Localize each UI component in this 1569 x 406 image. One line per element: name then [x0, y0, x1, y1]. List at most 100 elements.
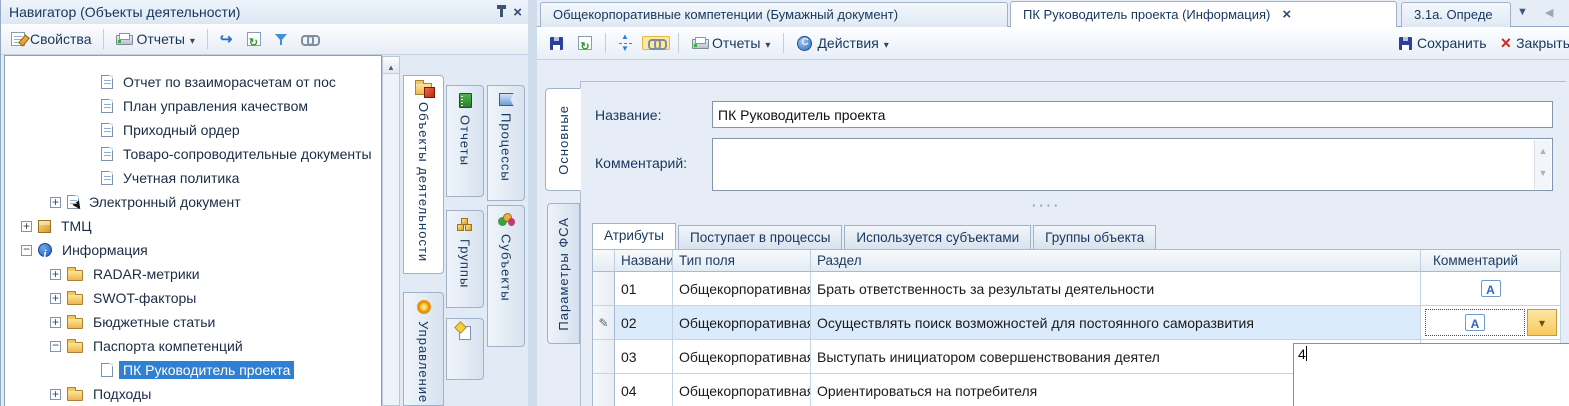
- tree-item[interactable]: Отчет по взаиморасчетам от пос: [5, 70, 381, 94]
- tree-item[interactable]: Товаро-сопроводительные документы: [5, 142, 381, 166]
- link-button[interactable]: [296, 33, 322, 45]
- row-header-cell[interactable]: [593, 374, 615, 406]
- printer-icon: [692, 37, 707, 49]
- splitter-grip-icon[interactable]: ····: [1032, 198, 1061, 213]
- column-header[interactable]: Комментарий: [1421, 250, 1561, 272]
- pencil-row-marker-icon: [593, 306, 615, 340]
- pin-icon[interactable]: [500, 8, 503, 17]
- people-icon: [498, 213, 515, 227]
- reports-button[interactable]: Отчеты: [687, 33, 775, 53]
- tab-used-by-subjects[interactable]: Используется субъектами: [844, 225, 1031, 249]
- go-forward-button[interactable]: [215, 28, 238, 50]
- toolbar-separator: [678, 33, 679, 53]
- tab-enters-processes[interactable]: Поступает в процессы: [678, 225, 842, 249]
- expand-plus-icon[interactable]: [50, 269, 61, 280]
- save-and-keep-button[interactable]: Сохранить: [1394, 33, 1492, 53]
- comment-input[interactable]: [712, 138, 1553, 191]
- properties-button[interactable]: Свойства: [6, 29, 96, 49]
- expand-plus-icon[interactable]: [21, 221, 32, 232]
- sidebar-tab-processes[interactable]: Процессы: [487, 85, 525, 201]
- sidebar-tab-subjects[interactable]: Субъекты: [487, 205, 525, 347]
- tree-item[interactable]: Приходный ордер: [5, 118, 381, 142]
- save-button[interactable]: [545, 35, 568, 52]
- tree-item[interactable]: ТМЦ: [5, 214, 381, 238]
- actions-button[interactable]: Действия: [792, 33, 893, 53]
- expand-plus-icon[interactable]: [50, 293, 61, 304]
- table-row[interactable]: 01 Общекорпоративная Брать ответственнос…: [593, 272, 1560, 306]
- tree-item[interactable]: Электронный документ: [5, 190, 381, 214]
- folder-icon: [67, 270, 83, 281]
- comment-dropdown-button[interactable]: [1527, 309, 1557, 336]
- navigator-panel: Навигатор (Объекты деятельности) Свойств…: [0, 0, 528, 406]
- collapse-minus-icon[interactable]: [50, 341, 61, 352]
- printer-icon: [116, 33, 131, 45]
- sidebar-tab-management[interactable]: Управление: [403, 292, 444, 406]
- folder-icon: [67, 390, 83, 401]
- editor-toolbar: Отчеты Действия Сохранить Закрыть: [537, 27, 1569, 60]
- scroll-up-arrow-icon[interactable]: [383, 57, 399, 74]
- editor-body: Основные Параметры ФСА Название: Коммент…: [537, 60, 1569, 406]
- objects-folder-icon: [415, 83, 432, 95]
- refresh-button[interactable]: [242, 30, 266, 48]
- chain-link-icon: [648, 39, 664, 47]
- column-header[interactable]: Тип поля: [673, 250, 811, 272]
- column-header[interactable]: Раздел: [811, 250, 1421, 272]
- refresh-icon: [247, 32, 261, 46]
- column-header[interactable]: Название: [615, 250, 673, 272]
- row-header-cell[interactable]: [593, 340, 615, 374]
- reports-button[interactable]: Отчеты: [111, 29, 199, 49]
- comment-popup-editor[interactable]: 4: [1293, 343, 1569, 406]
- tab-scroll-left-icon[interactable]: ◀: [1545, 6, 1553, 19]
- row-header-cell[interactable]: [593, 272, 615, 306]
- collapse-minus-icon[interactable]: [21, 245, 32, 256]
- expand-plus-icon[interactable]: [50, 317, 61, 328]
- tree-item[interactable]: RADAR-метрики: [5, 262, 381, 286]
- tab-object-groups[interactable]: Группы объекта: [1033, 225, 1156, 249]
- tree-item-selected[interactable]: ПК Руководитель проекта: [5, 358, 381, 382]
- dropdown-arrow-icon: [765, 35, 770, 51]
- tree-item[interactable]: Паспорта компетенций: [5, 334, 381, 358]
- tree-item[interactable]: Бюджетные статьи: [5, 310, 381, 334]
- tree-item[interactable]: План управления качеством: [5, 94, 381, 118]
- name-input[interactable]: [712, 101, 1553, 128]
- spin-arrows-icon[interactable]: ▲▼: [1534, 140, 1551, 189]
- properties-icon: [11, 32, 25, 46]
- expand-collapse-icon: [619, 35, 632, 51]
- close-editor-button[interactable]: Закрыть: [1496, 32, 1569, 54]
- document-icon: [101, 171, 113, 185]
- tab-attributes[interactable]: Атрибуты: [592, 223, 676, 249]
- tree-item[interactable]: Подходы: [5, 382, 381, 406]
- comment-a-icon[interactable]: [1465, 314, 1485, 331]
- comment-a-icon[interactable]: [1481, 280, 1501, 297]
- sidebar-tab-groups[interactable]: Группы: [446, 210, 484, 308]
- doc-tab-project-manager[interactable]: ПК Руководитель проекта (Информация): [1010, 1, 1397, 27]
- tree-item[interactable]: Информация: [5, 238, 381, 262]
- expand-plus-icon[interactable]: [50, 197, 61, 208]
- link-mode-button[interactable]: [642, 36, 670, 50]
- table-row-selected[interactable]: 02 Общекорпоративная Осуществлять поиск …: [593, 306, 1560, 340]
- tree-scrollbar[interactable]: [382, 56, 400, 406]
- navigator-title: Навигатор (Объекты деятельности): [9, 4, 240, 20]
- tab-dropdown-icon[interactable]: ▼: [1517, 6, 1528, 18]
- refresh-button[interactable]: [573, 34, 597, 52]
- tab-close-icon[interactable]: [1282, 7, 1291, 22]
- sidebar-tab-objects[interactable]: Объекты деятельности: [403, 75, 444, 274]
- filter-button[interactable]: [270, 31, 292, 48]
- tree-item[interactable]: SWOT-факторы: [5, 286, 381, 310]
- tree-item[interactable]: Учетная политика: [5, 166, 381, 190]
- sidebar-tab-reports[interactable]: Отчеты: [446, 85, 484, 197]
- attribute-tabbar: Атрибуты Поступает в процессы Использует…: [592, 223, 1158, 249]
- doc-tab-corporate-competencies[interactable]: Общекорпоративные компетенции (Бумажный …: [540, 2, 1008, 27]
- expand-collapse-button[interactable]: [614, 33, 637, 53]
- document-icon: [101, 99, 113, 113]
- folder-icon: [67, 342, 83, 353]
- red-close-icon: [1501, 34, 1512, 52]
- close-icon[interactable]: [513, 5, 522, 20]
- sidebar-tab-new-document[interactable]: [446, 318, 484, 380]
- tab-main-properties[interactable]: Основные: [545, 88, 581, 191]
- comment-cell-editor[interactable]: [1425, 309, 1525, 336]
- toolbar-separator: [783, 33, 784, 53]
- doc-tab-truncated[interactable]: 3.1а. Опреде: [1401, 2, 1511, 27]
- tab-fsa-parameters[interactable]: Параметры ФСА: [547, 203, 580, 344]
- expand-plus-icon[interactable]: [50, 389, 61, 400]
